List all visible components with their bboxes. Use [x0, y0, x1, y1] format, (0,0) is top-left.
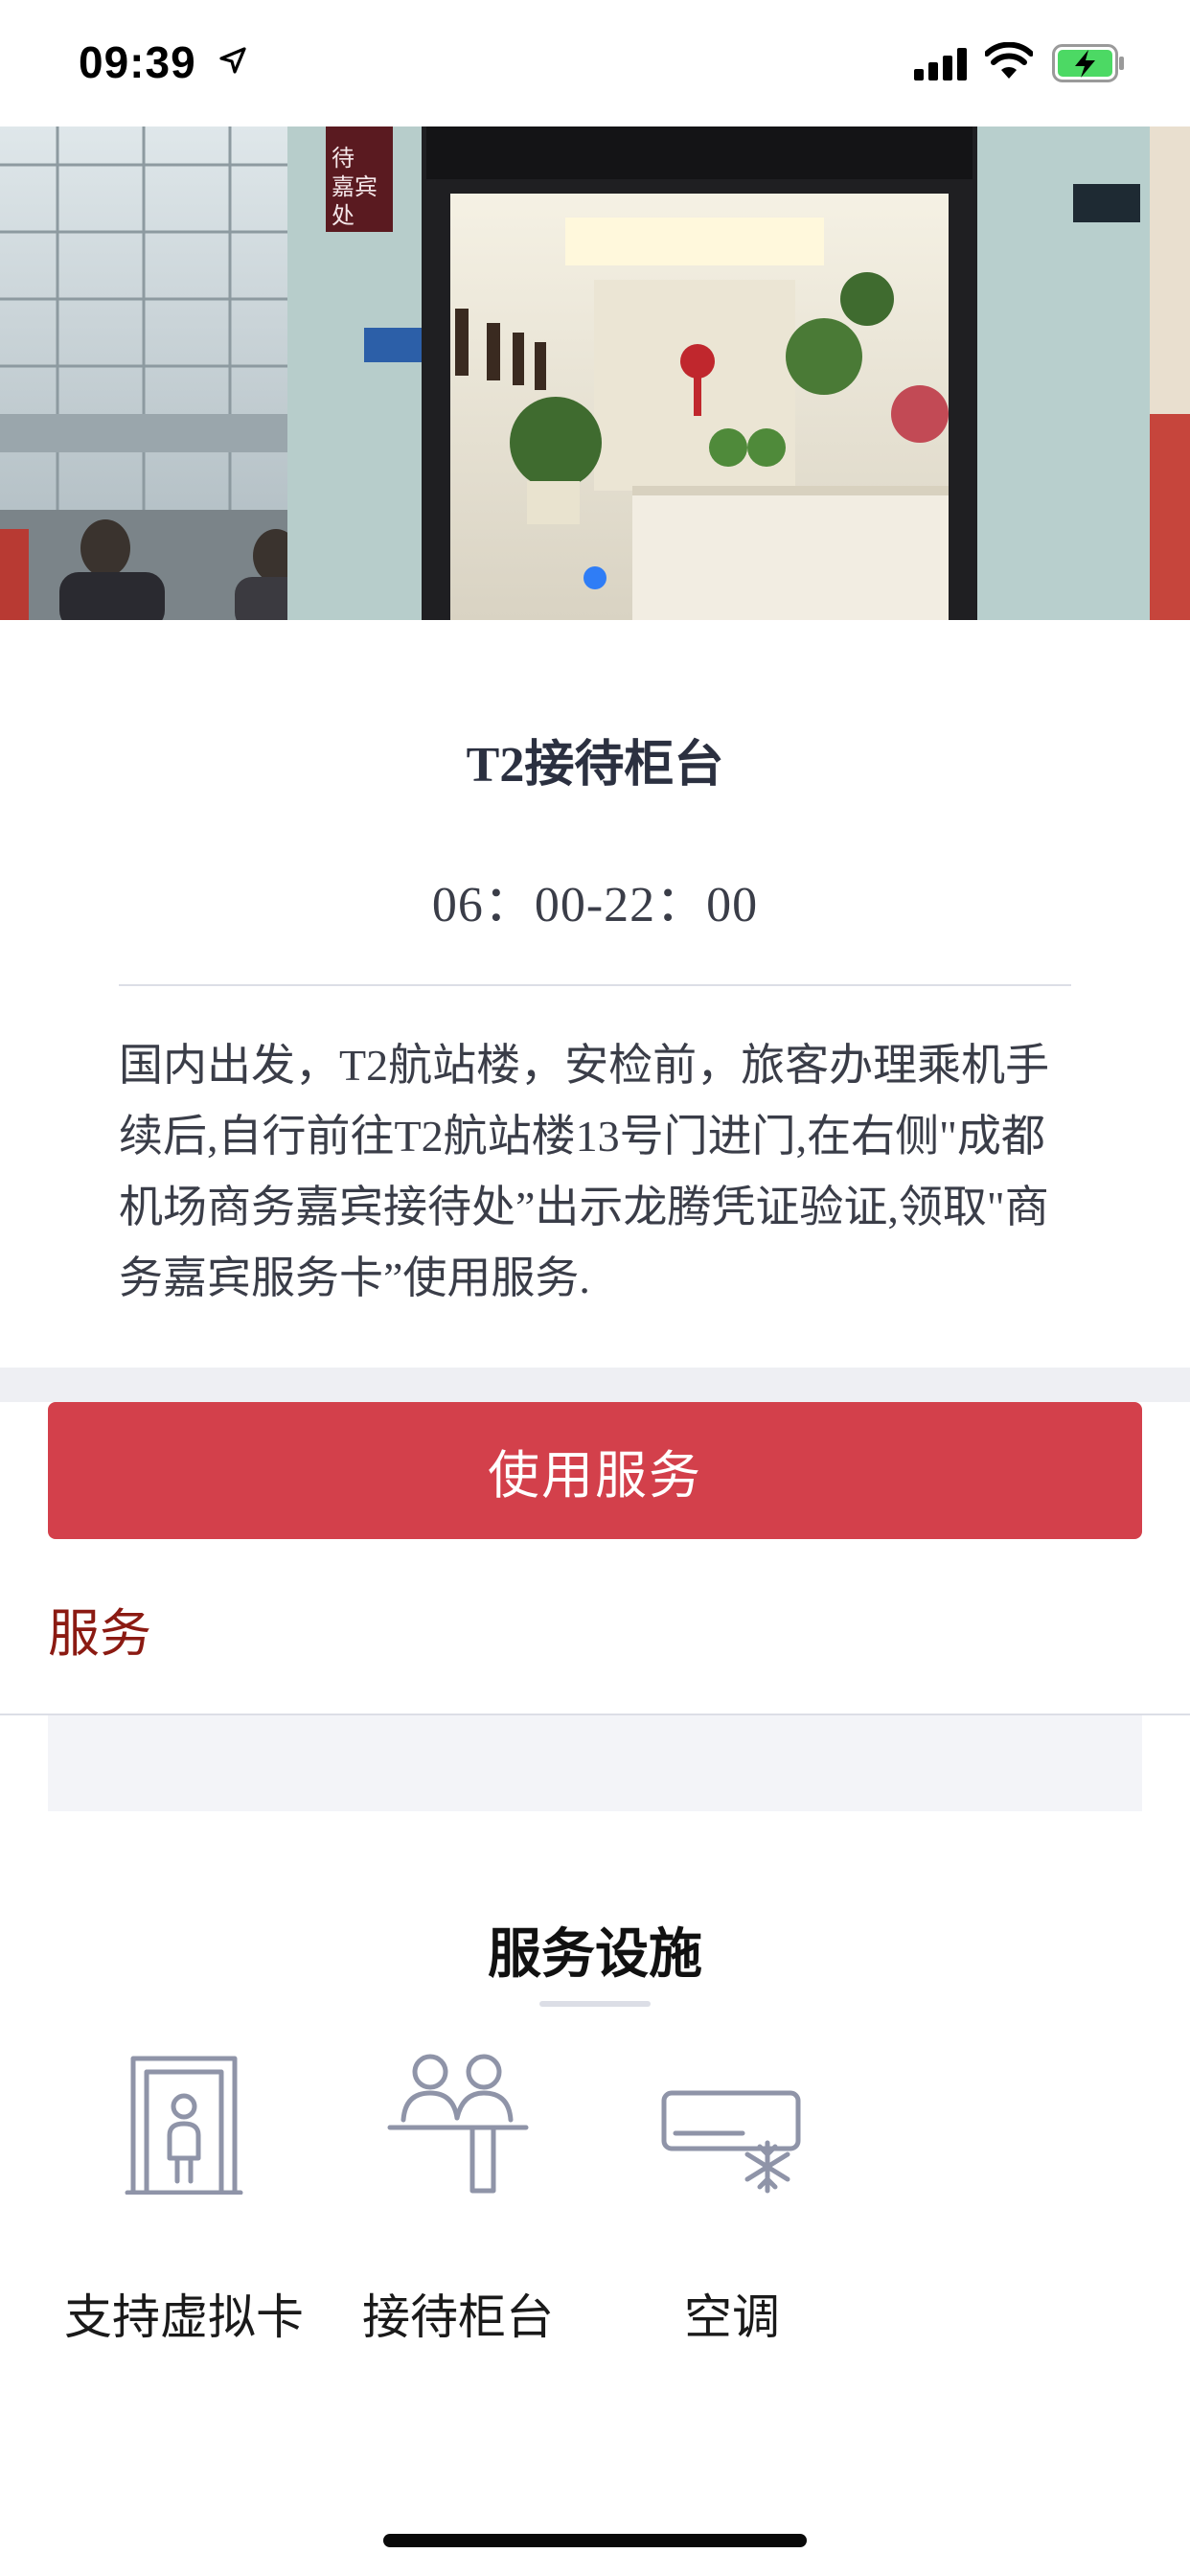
home-indicator[interactable]: [383, 2534, 807, 2547]
facility-label: 接待柜台: [362, 2290, 554, 2344]
facility-label: 支持虚拟卡: [64, 2290, 304, 2344]
facilities-heading: 服务设施: [488, 1923, 702, 1984]
air-conditioner-icon: [661, 2090, 801, 2194]
section-separator: [0, 1368, 1190, 1402]
facility-item-air-conditioner: 空调: [607, 2041, 857, 2348]
heading-underline: [539, 2001, 651, 2007]
facility-item-virtual-card: 支持虚拟卡: [59, 2041, 309, 2348]
place-title: T2接待柜台: [466, 738, 724, 793]
hero-sign-text: 待 嘉宾 处: [332, 145, 378, 229]
reception-counter-icon: [387, 2054, 529, 2194]
wifi-icon: [985, 42, 1033, 79]
cellular-signal-icon: [914, 48, 967, 80]
facility-label: 空调: [684, 2290, 780, 2344]
battery-charging-icon: [1052, 44, 1124, 82]
status-bar: 09:39: [0, 0, 1190, 126]
hero-carousel[interactable]: 待 嘉宾 处: [0, 126, 1190, 620]
carousel-dot-active[interactable]: [584, 566, 606, 589]
tab-service[interactable]: 服务: [48, 1591, 151, 1667]
place-description: 国内出发，T2航站楼，安检前，旅客办理乘机手续后,自行前往T2航站楼13号门进门…: [119, 1041, 1050, 1302]
tab-content-panel: [48, 1715, 1142, 1811]
divider: [119, 984, 1071, 986]
location-arrow-icon: [219, 47, 246, 74]
lounge-photo: [0, 126, 1190, 620]
virtual-card-gate-icon: [125, 2056, 243, 2195]
facility-item-reception: 接待柜台: [333, 2041, 583, 2348]
status-time: 09:39: [79, 37, 196, 87]
use-service-button[interactable]: 使用服务: [48, 1402, 1142, 1539]
place-info-card: T2接待柜台 06：00-22：00 国内出发，T2航站楼，安检前，旅客办理乘机…: [0, 620, 1190, 1368]
opening-hours: 06：00-22：00: [431, 878, 759, 932]
